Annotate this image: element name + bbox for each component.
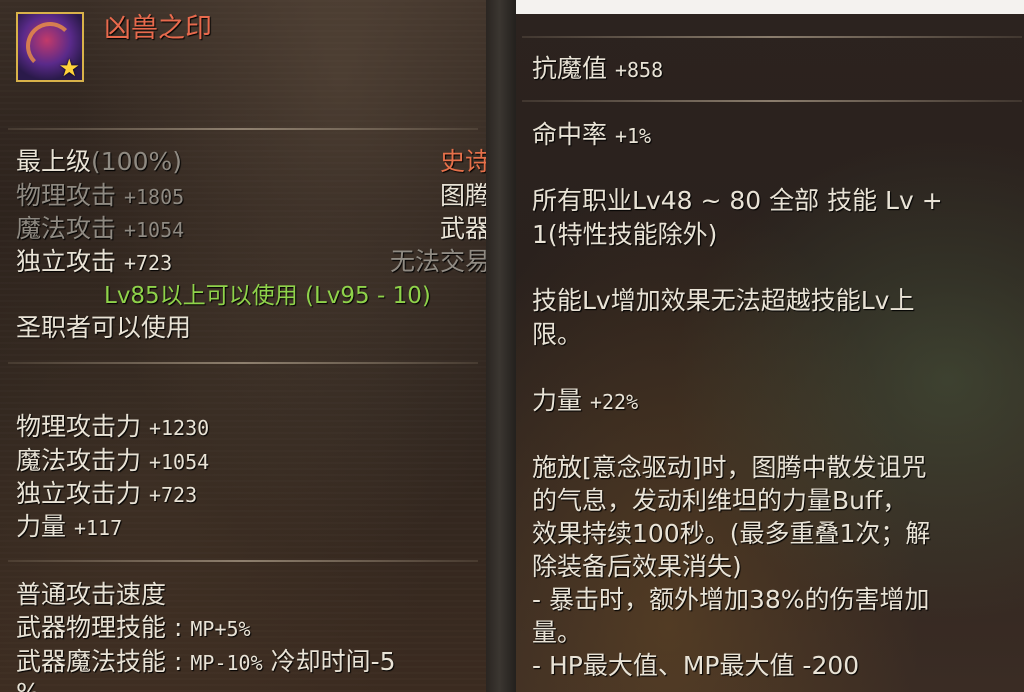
star-icon: ★: [58, 54, 80, 82]
stat-label: 物理攻击力: [16, 412, 142, 441]
hit-rate-value: +1%: [614, 124, 652, 148]
magic-attack-label: 魔法攻击: [16, 214, 117, 243]
weapon-magic-skill-value: MP-10%: [190, 651, 263, 675]
magic-resist-line: 抗魔值 +858: [532, 54, 663, 85]
magic-attack-line: 魔法攻击 +1054: [16, 214, 184, 245]
buff-desc-line: 量。: [532, 618, 583, 647]
buff-desc-line: 除装备后效果消失): [532, 552, 742, 581]
phys-attack-value: +1805: [123, 185, 185, 209]
divider-line: [8, 560, 478, 562]
divider-line: [522, 100, 1022, 102]
indep-attack-value: +723: [123, 251, 173, 275]
item-tooltip-left: ★ 凶兽之印 最上级(100%) 史诗 物理攻击 +1805 图腾 魔法攻击 +…: [0, 0, 486, 692]
skill-limit-line-2: 限。: [532, 320, 583, 349]
type-totem: 图腾: [439, 181, 486, 210]
weapon-magic-skill-label: 武器魔法技能: [16, 647, 167, 676]
stat-value: +117: [73, 516, 123, 540]
cooldown-text: 冷却时间-5: [270, 647, 396, 676]
cutoff-line: %: [16, 678, 40, 692]
weapon-phys-skill-value: MP+5%: [190, 617, 251, 641]
indep-attack-line: 独立攻击 +723: [16, 247, 172, 278]
stat-value: +1230: [148, 416, 210, 440]
divider-line: [8, 362, 478, 364]
magic-resist-value: +858: [614, 58, 664, 82]
stat-phys: 物理攻击力 +1230: [16, 412, 209, 443]
weapon-phys-skill-line: 武器物理技能 : MP+5%: [16, 613, 251, 644]
skill-limit-line-1: 技能Lv增加效果无法超越技能Lv上: [532, 286, 915, 315]
buff-desc-line: 效果持续100秒。(最多重叠1次；解: [532, 519, 931, 548]
separator: :: [173, 647, 183, 676]
buff-desc-line: 的气息，发动利维坦的力量Buff，: [532, 486, 908, 515]
divider-line: [522, 36, 1022, 38]
separator: :: [173, 613, 183, 642]
item-name: 凶兽之印: [104, 13, 212, 44]
indep-attack-label: 独立攻击: [16, 247, 117, 276]
phys-attack-line: 物理攻击 +1805: [16, 181, 184, 212]
weapon-phys-skill-label: 武器物理技能: [16, 613, 167, 642]
attack-speed-line: 普通攻击速度: [16, 580, 167, 609]
class-requirement: 圣职者可以使用: [16, 313, 192, 342]
buff-desc-line: - HP最大值、MP最大值 -200: [532, 651, 860, 680]
stat-magic: 魔法攻击力 +1054: [16, 446, 209, 477]
panel-divider: [486, 0, 516, 692]
stat-value: +1054: [148, 450, 210, 474]
hit-rate-label: 命中率: [532, 120, 608, 149]
strength-label: 力量: [532, 386, 583, 415]
strength-value: +22%: [589, 390, 639, 414]
grade-line: 最上级(100%): [16, 147, 182, 177]
phys-attack-label: 物理攻击: [16, 181, 117, 210]
grade-pct: (100%): [91, 147, 182, 176]
rarity-label: 史诗: [439, 147, 486, 176]
divider-line: [8, 128, 478, 130]
item-tooltip-right: 抗魔值 +858 命中率 +1% 所有职业Lv48 ~ 80 全部 技能 Lv …: [516, 0, 1024, 692]
stat-label: 魔法攻击力: [16, 446, 142, 475]
grade-text: 最上级: [16, 147, 92, 176]
strength-bonus-line: 力量 +22%: [532, 386, 638, 417]
skill-bonus-line-1: 所有职业Lv48 ~ 80 全部 技能 Lv +: [532, 186, 943, 215]
stat-value: +723: [148, 483, 198, 507]
stat-label: 力量: [16, 512, 67, 541]
level-requirement: Lv85以上可以使用 (Lv95 - 10): [104, 283, 431, 309]
weapon-icon: ★: [16, 12, 84, 82]
stat-label: 独立攻击力: [16, 479, 142, 508]
skill-bonus-line-2: 1(特性技能除外): [532, 220, 718, 249]
stat-strength: 力量 +117: [16, 512, 122, 543]
buff-desc-line: 施放[意念驱动]时，图腾中散发诅咒: [532, 453, 927, 482]
weapon-magic-skill-line: 武器魔法技能 : MP-10% 冷却时间-5: [16, 647, 396, 678]
buff-desc-line: - 暴击时，额外增加38%的伤害增加: [532, 585, 930, 614]
type-weapon: 武器: [439, 214, 486, 243]
magic-attack-value: +1054: [123, 218, 185, 242]
magic-resist-label: 抗魔值: [532, 54, 608, 83]
trade-status: 无法交易: [389, 247, 486, 276]
stat-indep: 独立攻击力 +723: [16, 479, 197, 510]
top-white-bar: [516, 0, 1024, 14]
hit-rate-line: 命中率 +1%: [532, 120, 651, 151]
